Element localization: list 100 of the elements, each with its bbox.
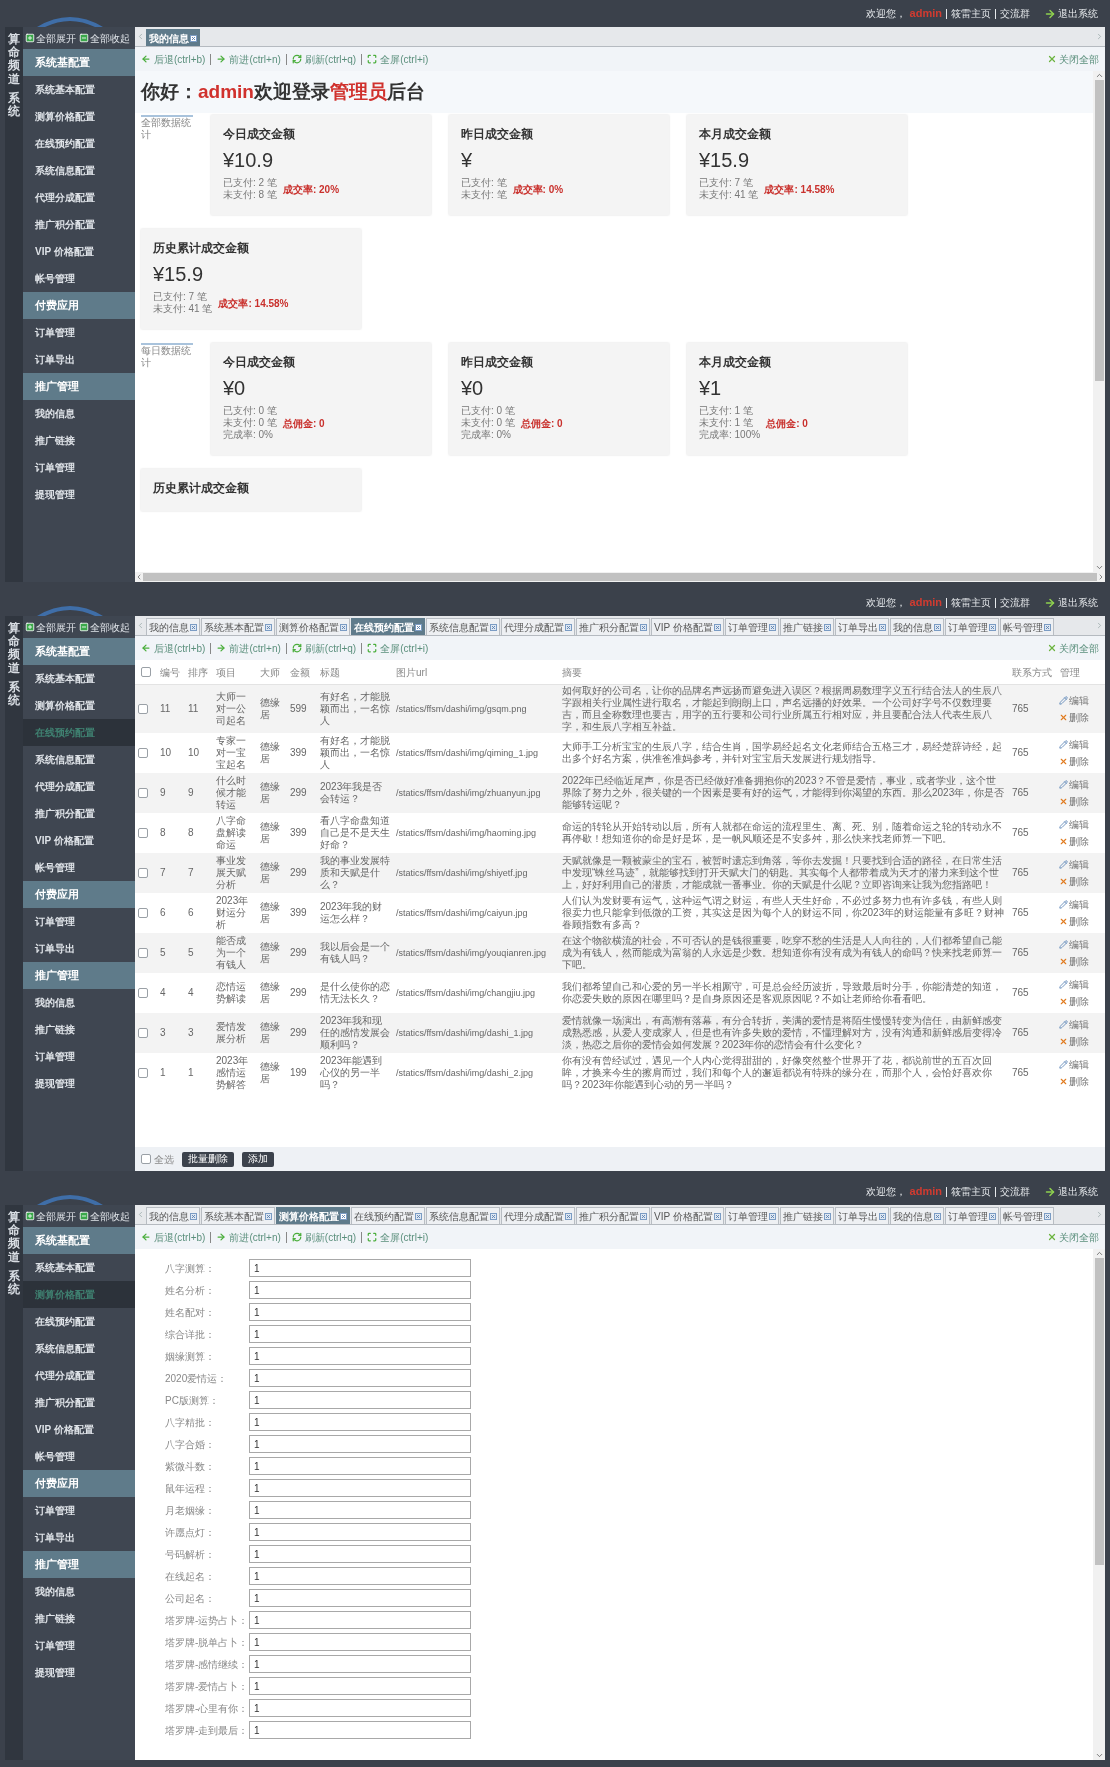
input-field[interactable]: 1 xyxy=(249,1391,471,1409)
toolbar-link[interactable]: 前进(ctrl+n) xyxy=(216,51,281,67)
close-icon[interactable] xyxy=(933,1212,941,1220)
sidebar-item[interactable]: 系统基本配置 xyxy=(23,76,135,103)
checkbox[interactable] xyxy=(138,788,148,798)
header-link[interactable]: 交流群 xyxy=(1000,1184,1030,1199)
close-icon[interactable] xyxy=(933,623,941,631)
scroll-right-icon[interactable] xyxy=(1097,573,1105,581)
toolbar-link[interactable]: 前进(ctrl+n) xyxy=(216,1229,281,1245)
sidebar-item[interactable]: 代理分成配置 xyxy=(23,184,135,211)
sidebar-item[interactable]: 帐号管理 xyxy=(23,265,135,292)
close-all-link[interactable]: 关闭全部 xyxy=(1047,1229,1099,1245)
sidebar-group[interactable]: 付费应用 xyxy=(23,1470,135,1497)
tab[interactable]: 系统信息配置 xyxy=(426,1207,500,1224)
input-field[interactable]: 1 xyxy=(249,1413,471,1431)
input-field[interactable]: 1 xyxy=(249,1325,471,1343)
input-field[interactable]: 1 xyxy=(249,1545,471,1563)
tab[interactable]: 系统信息配置 xyxy=(426,618,500,635)
sidebar-item[interactable]: 提现管理 xyxy=(23,1659,135,1686)
input-field[interactable]: 1 xyxy=(249,1281,471,1299)
sidebar-item[interactable]: 提现管理 xyxy=(23,481,135,508)
close-icon[interactable] xyxy=(490,623,497,631)
tab[interactable]: VIP 价格配置 xyxy=(651,618,724,635)
tab[interactable]: VIP 价格配置 xyxy=(651,1207,724,1224)
sidebar-group[interactable]: 系统基配置 xyxy=(23,1227,135,1254)
header-link[interactable]: 筱雷主页 xyxy=(951,595,991,610)
tab[interactable]: 帐号管理 xyxy=(999,618,1054,635)
toolbar-link[interactable]: 后退(ctrl+b) xyxy=(141,1229,206,1245)
edit-link[interactable]: 编辑 xyxy=(1059,1057,1103,1072)
sidebar-item[interactable]: 代理分成配置 xyxy=(23,1362,135,1389)
checkbox[interactable] xyxy=(138,828,148,838)
toolbar-link[interactable]: 刷新(ctrl+q) xyxy=(291,640,357,656)
edit-link[interactable]: 编辑 xyxy=(1059,897,1103,912)
sidebar-group[interactable]: 系统基配置 xyxy=(23,638,135,665)
input-field[interactable]: 1 xyxy=(249,1567,471,1585)
tab[interactable]: 代理分成配置 xyxy=(501,1207,575,1224)
close-all-link[interactable]: 关闭全部 xyxy=(1047,640,1099,656)
tree-toggle[interactable]: 全部展开 xyxy=(25,30,76,46)
close-icon[interactable] xyxy=(988,1212,996,1220)
toolbar-link[interactable]: 全屏(ctrl+i) xyxy=(367,640,429,656)
sidebar-item[interactable]: 订单管理 xyxy=(23,319,135,346)
tab[interactable]: 我的信息 xyxy=(146,1207,200,1224)
sidebar-item[interactable]: 推广积分配置 xyxy=(23,1389,135,1416)
close-icon[interactable] xyxy=(768,623,776,631)
scroll-left-icon[interactable] xyxy=(135,573,143,581)
delete-link[interactable]: 删除 xyxy=(1059,994,1103,1009)
scroll-down-icon[interactable] xyxy=(1094,563,1104,572)
sidebar-item[interactable]: 订单管理 xyxy=(23,454,135,481)
sidebar-item[interactable]: 系统基本配置 xyxy=(23,1254,135,1281)
sidebar-group[interactable]: 付费应用 xyxy=(23,881,135,908)
tab[interactable]: 系统基本配置 xyxy=(201,1207,275,1224)
tab[interactable]: 我的信息 xyxy=(146,29,200,46)
input-field[interactable]: 1 xyxy=(249,1369,471,1387)
close-icon[interactable] xyxy=(713,1212,721,1220)
sidebar-item[interactable]: 测算价格配置 xyxy=(23,103,135,130)
close-icon[interactable] xyxy=(988,623,996,631)
close-icon[interactable] xyxy=(415,623,422,631)
sidebar-item[interactable]: 帐号管理 xyxy=(23,1443,135,1470)
toolbar-link[interactable]: 全屏(ctrl+i) xyxy=(367,1229,429,1245)
input-field[interactable]: 1 xyxy=(249,1259,471,1277)
close-icon[interactable] xyxy=(265,623,272,631)
toolbar-link[interactable]: 前进(ctrl+n) xyxy=(216,640,281,656)
sidebar-item[interactable]: 提现管理 xyxy=(23,1070,135,1097)
tab[interactable]: 订单管理 xyxy=(724,1207,779,1224)
close-icon[interactable] xyxy=(265,1212,272,1220)
toolbar-link[interactable]: 刷新(ctrl+q) xyxy=(291,1229,357,1245)
scrollbar-thumb[interactable] xyxy=(1094,80,1104,381)
input-field[interactable]: 1 xyxy=(249,1501,471,1519)
sidebar-item[interactable]: 在线预约配置 xyxy=(23,130,135,157)
sidebar-item[interactable]: 订单管理 xyxy=(23,1043,135,1070)
input-field[interactable]: 1 xyxy=(249,1435,471,1453)
checkbox[interactable] xyxy=(138,868,148,878)
input-field[interactable]: 1 xyxy=(249,1347,471,1365)
logout-link[interactable]: 退出系统 xyxy=(1044,6,1098,21)
sidebar-item[interactable]: 系统信息配置 xyxy=(23,157,135,184)
sidebar-item[interactable]: 订单导出 xyxy=(23,1524,135,1551)
sidebar-item[interactable]: 我的信息 xyxy=(23,989,135,1016)
tab[interactable]: 代理分成配置 xyxy=(501,618,575,635)
vertical-scrollbar[interactable] xyxy=(1093,71,1105,572)
tab[interactable]: 我的信息 xyxy=(889,1207,944,1224)
scroll-up-icon[interactable] xyxy=(1094,1249,1104,1258)
delete-link[interactable]: 删除 xyxy=(1059,1034,1103,1049)
delete-link[interactable]: 删除 xyxy=(1059,834,1103,849)
close-icon[interactable] xyxy=(490,1212,497,1220)
input-field[interactable]: 1 xyxy=(249,1523,471,1541)
scroll-up-icon[interactable] xyxy=(1094,71,1104,80)
delete-link[interactable]: 删除 xyxy=(1059,794,1103,809)
close-all-link[interactable]: 关闭全部 xyxy=(1047,51,1099,67)
input-field[interactable]: 1 xyxy=(249,1721,471,1739)
tab[interactable]: 订单管理 xyxy=(944,618,999,635)
close-icon[interactable] xyxy=(640,623,647,631)
edit-link[interactable]: 编辑 xyxy=(1059,977,1103,992)
toolbar-link[interactable]: 刷新(ctrl+q) xyxy=(291,51,357,67)
input-field[interactable]: 1 xyxy=(249,1655,471,1673)
sidebar-item[interactable]: 代理分成配置 xyxy=(23,773,135,800)
checkbox[interactable] xyxy=(138,908,148,918)
sidebar-item[interactable]: 我的信息 xyxy=(23,400,135,427)
edit-link[interactable]: 编辑 xyxy=(1059,777,1103,792)
tab[interactable]: 测算价格配置 xyxy=(276,1207,350,1224)
tab[interactable]: 订单管理 xyxy=(944,1207,999,1224)
